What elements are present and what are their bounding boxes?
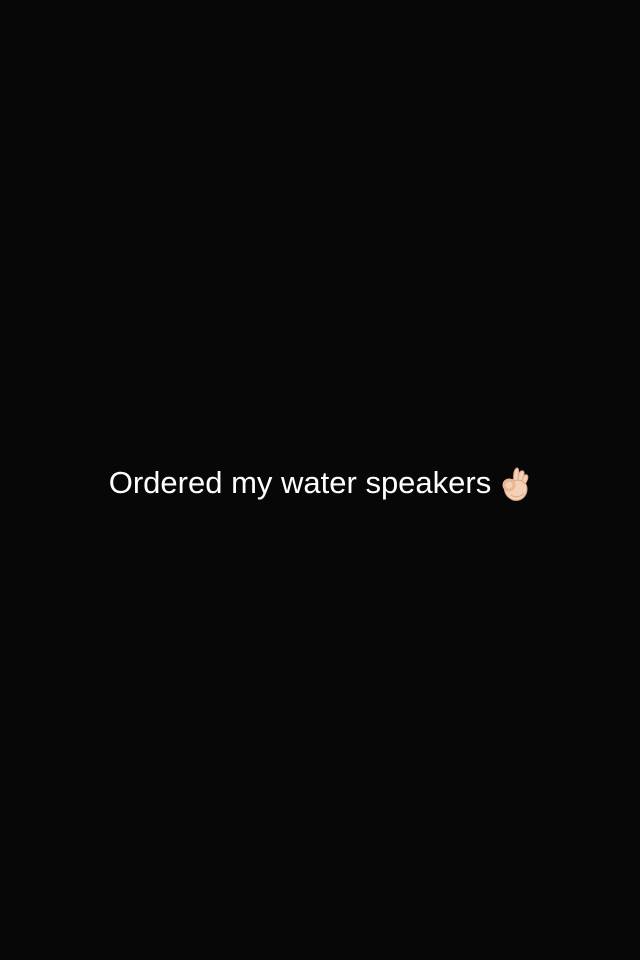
snap-screen: Ordered my water speakers	[0, 0, 640, 960]
caption-text: Ordered my water speakers	[108, 465, 492, 500]
caption-bar: Ordered my water speakers	[0, 460, 640, 506]
ok-hand-icon	[497, 465, 531, 503]
